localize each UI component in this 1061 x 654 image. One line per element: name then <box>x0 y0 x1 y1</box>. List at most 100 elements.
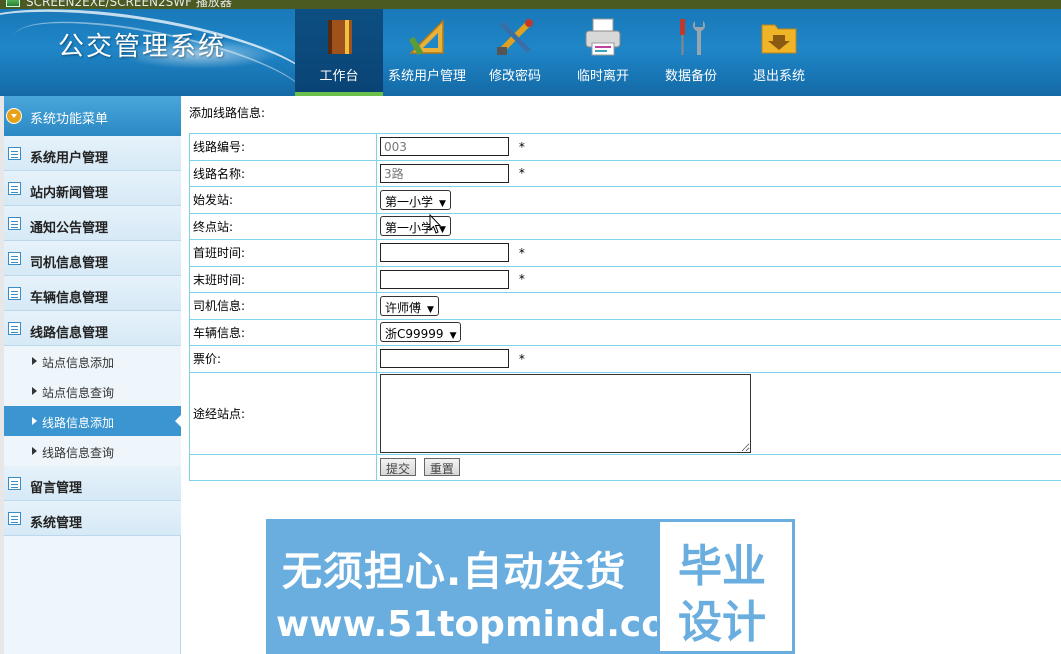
form-row-driver: 司机信息: 许师傅 ▼ <box>189 292 1061 320</box>
sidebar-item-vehicles[interactable]: 车辆信息管理 <box>4 276 181 311</box>
watermark-overlay: 无须担心.自动发货 www.51topmind.com 毕业 设计 <box>266 519 795 654</box>
form-row-start-station: 始发站: 第一小学 ▼ <box>189 186 1061 214</box>
form-row-line-no: 线路编号: * <box>189 133 1061 161</box>
fare-input[interactable] <box>380 349 509 369</box>
section-title: 添加线路信息: <box>189 106 266 120</box>
sidebar-item-label: 线路信息管理 <box>30 326 109 341</box>
vehicle-select[interactable]: 浙C99999 ▼ <box>380 322 462 343</box>
field-cell: 第一小学 ▼ <box>376 212 1061 240</box>
reset-button[interactable]: 重置 <box>423 458 460 477</box>
mouse-cursor-icon <box>429 214 441 234</box>
sidebar-subitem-query-route[interactable]: 线路信息查询 <box>4 436 181 466</box>
sidebar-header-label: 系统功能菜单 <box>30 112 109 127</box>
nav-change-password[interactable]: 修改密码 <box>471 9 559 96</box>
field-cell: * <box>376 345 1061 373</box>
sidebar-item-news[interactable]: 站内新闻管理 <box>4 171 181 206</box>
field-cell: * <box>376 159 1061 187</box>
sidebar-subitem-label: 站点信息查询 <box>42 386 115 400</box>
select-value: 浙C99999 <box>385 327 444 342</box>
field-label: 途经站点: <box>189 371 377 455</box>
nav-temp-leave[interactable]: 临时离开 <box>559 9 647 96</box>
chat-icon <box>8 182 21 195</box>
dropdown-arrow-icon: ▼ <box>427 304 434 315</box>
chevron-down-icon <box>6 108 22 124</box>
sidebar-item-label: 留言管理 <box>30 481 83 496</box>
line-name-input[interactable] <box>380 163 509 183</box>
tools-icon <box>497 19 533 55</box>
book-icon <box>328 20 352 54</box>
via-stations-textarea[interactable] <box>380 373 751 453</box>
field-cell: 许师傅 ▼ <box>376 292 1061 320</box>
sidebar-item-messages[interactable]: 留言管理 <box>4 466 181 501</box>
sidebar-item-notices[interactable]: 通知公告管理 <box>4 206 181 241</box>
submit-button[interactable]: 提交 <box>380 458 417 477</box>
nav-data-backup[interactable]: 数据备份 <box>647 9 735 96</box>
first-bus-time-input[interactable] <box>380 243 509 263</box>
last-bus-time-input[interactable] <box>380 269 509 289</box>
sidebar-subitem-add-stop[interactable]: 站点信息添加 <box>4 346 181 376</box>
triangle-right-icon <box>32 447 37 455</box>
sidebar-subitem-label: 站点信息添加 <box>42 356 115 370</box>
list-icon <box>8 147 21 160</box>
dropdown-arrow-icon: ▼ <box>439 198 446 209</box>
select-value: 第一小学 <box>385 221 434 236</box>
watermark-badge-line1: 毕业 <box>678 541 766 592</box>
field-cell: * <box>376 133 1061 161</box>
nav-system-users[interactable]: 系统用户管理 <box>383 9 471 96</box>
nav-logout[interactable]: 退出系统 <box>735 9 823 96</box>
sidebar-item-system-users[interactable]: 系统用户管理 <box>4 136 181 171</box>
line-no-input[interactable] <box>380 137 509 157</box>
sidebar-item-drivers[interactable]: 司机信息管理 <box>4 241 181 276</box>
field-label: 线路编号: <box>189 133 377 161</box>
nav-label: 系统用户管理 <box>387 69 466 84</box>
ruler-triangle-icon <box>408 19 444 56</box>
sidebar-header[interactable]: 系统功能菜单 <box>4 96 181 136</box>
list-icon <box>8 322 21 335</box>
dropdown-arrow-icon: ▼ <box>449 331 457 342</box>
driver-select[interactable]: 许师傅 ▼ <box>380 295 439 316</box>
edit-icon <box>8 477 21 490</box>
form-row-end-station: 终点站: 第一小学 ▼ <box>189 212 1061 240</box>
app-icon <box>6 0 20 7</box>
watermark-url: www.51topmind.com <box>276 604 704 645</box>
sidebar-item-label: 系统用户管理 <box>30 151 109 166</box>
form-row-via-stations: 途经站点: <box>189 371 1061 455</box>
form-row-actions: 提交 重置 <box>189 453 1061 481</box>
nav-label: 临时离开 <box>576 69 629 84</box>
field-label: 车辆信息: <box>189 318 377 346</box>
triangle-right-icon <box>32 357 37 365</box>
calendar-icon <box>8 252 21 265</box>
sidebar-subitem-query-stop[interactable]: 站点信息查询 <box>4 376 181 406</box>
start-station-select[interactable]: 第一小学 ▼ <box>380 189 451 210</box>
window-titlebar: SCREEN2EXE/SCREEN2SWF 播放器 <box>0 0 1061 9</box>
required-mark: * <box>518 351 525 366</box>
nav-workbench[interactable]: 工作台 <box>295 9 383 96</box>
nav-label: 工作台 <box>319 69 359 84</box>
field-label: 线路名称: <box>189 159 377 187</box>
field-cell <box>376 371 1061 455</box>
field-label: 票价: <box>189 345 377 373</box>
field-label: 末班时间: <box>189 265 377 293</box>
folder-download-icon <box>761 24 797 54</box>
site-title: 公交管理系统 <box>58 32 227 62</box>
field-cell: 浙C99999 ▼ <box>376 318 1061 346</box>
form-row-line-name: 线路名称: * <box>189 159 1061 187</box>
printer-icon <box>585 18 621 56</box>
sidebar-subitem-label: 线路信息添加 <box>42 416 115 430</box>
sidebar-subitem-add-route[interactable]: 线路信息添加 <box>4 406 182 436</box>
top-nav: 工作台 系统用户管理 修改密码 临时离开 数据备份 退出系统 <box>295 9 823 96</box>
field-label: 始发站: <box>189 186 377 214</box>
actions-cell: 提交 重置 <box>376 453 1061 481</box>
sidebar-item-system-admin[interactable]: 系统管理 <box>4 501 181 536</box>
calendar-icon <box>8 512 21 525</box>
list-icon <box>8 287 21 300</box>
watermark-badge-line2: 设计 <box>678 597 766 648</box>
sidebar-item-routes[interactable]: 线路信息管理 <box>4 311 181 346</box>
required-mark: * <box>518 245 525 260</box>
sidebar-item-label: 通知公告管理 <box>30 221 109 236</box>
field-cell: * <box>376 239 1061 267</box>
form-row-first-bus: 首班时间: * <box>189 239 1061 267</box>
form-row-fare: 票价: * <box>189 345 1061 373</box>
sidebar-subitem-label: 线路信息查询 <box>42 446 115 460</box>
screwdriver-wrench-icon <box>680 19 705 55</box>
